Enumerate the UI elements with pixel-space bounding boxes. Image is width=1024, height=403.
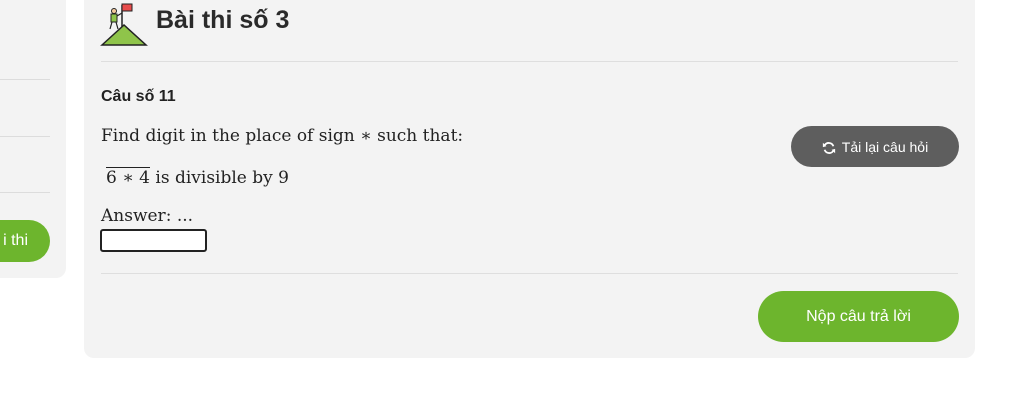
reload-question-button[interactable]: Tải lại câu hỏi — [791, 126, 959, 167]
answer-input[interactable] — [100, 229, 207, 252]
sidebar-divider — [0, 79, 50, 80]
sidebar-divider — [0, 136, 50, 137]
header-divider — [101, 61, 958, 62]
page-title: Bài thi số 3 — [156, 5, 290, 34]
question-condition: 6 ∗ 4 is divisible by 9 — [106, 168, 289, 188]
answer-label: Answer: ... — [101, 206, 194, 226]
sidebar-exam-button[interactable]: i thi — [0, 220, 50, 262]
refresh-icon — [822, 141, 835, 154]
condition-text: is divisible by 9 — [150, 168, 289, 188]
exam-header: Bài thi số 3 — [100, 0, 289, 50]
question-number: Câu số 11 — [101, 88, 176, 105]
submit-answer-button[interactable]: Nộp câu trả lời — [758, 291, 959, 342]
question-text: Find digit in the place of sign ∗ such t… — [101, 126, 464, 146]
mountain-flag-icon — [100, 3, 148, 46]
number-expression: 6 ∗ 4 — [106, 168, 150, 188]
footer-divider — [101, 273, 958, 274]
sidebar-divider — [0, 192, 50, 193]
reload-question-label: Tải lại câu hỏi — [841, 138, 929, 155]
